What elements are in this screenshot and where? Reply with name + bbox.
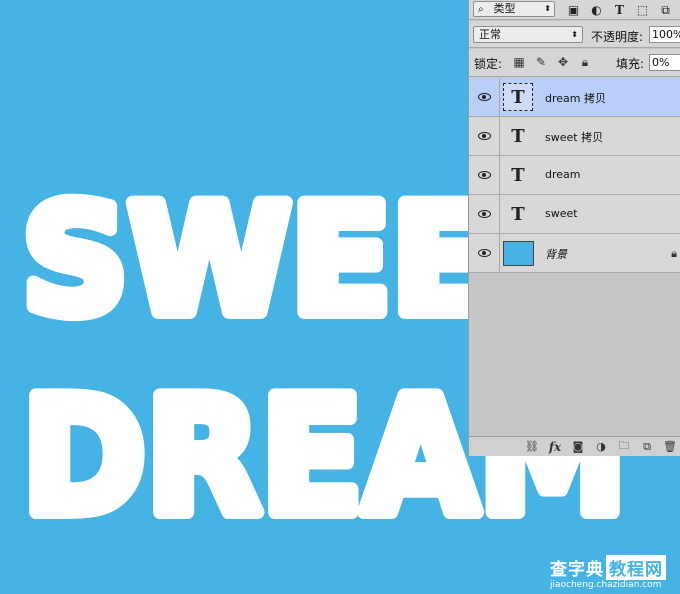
lock-image-pixels-brush-icon[interactable]: ✎ — [533, 54, 549, 70]
text-layer-thumbnail: T — [511, 203, 525, 225]
shape-filter-icon[interactable]: ⬚ — [634, 2, 651, 18]
adjustment-layer-icon[interactable]: ◑ — [594, 440, 608, 454]
fill-input[interactable]: 0% — [649, 54, 680, 71]
fill-label: 填充: — [616, 57, 645, 71]
watermark-boxed-text: 教程网 — [606, 555, 666, 580]
layers-list: T dream 拷贝 T sweet 拷贝 T dream T sweet 背景… — [469, 78, 680, 273]
canvas-text-line1: SWEE — [22, 174, 492, 348]
blend-mode-value: 正常 — [479, 28, 501, 41]
eye-icon — [477, 210, 491, 218]
text-layer-thumbnail: T — [511, 125, 525, 147]
text-layer-thumbnail: T — [503, 83, 533, 111]
lock-label: 锁定: — [474, 57, 503, 71]
layer-name: sweet 拷贝 — [545, 131, 604, 144]
watermark-url: jiaocheng.chazidian.com — [550, 580, 662, 590]
link-layers-icon[interactable]: ⛓ — [525, 440, 539, 454]
adjustment-filter-icon[interactable]: ◐ — [588, 2, 605, 18]
filter-kind-select[interactable]: ⌕ 类型 ⬍ — [473, 1, 555, 17]
visibility-toggle[interactable] — [469, 195, 500, 233]
add-mask-icon[interactable]: ◙ — [571, 440, 585, 454]
visibility-toggle[interactable] — [469, 234, 500, 272]
background-layer-thumbnail — [503, 241, 534, 266]
layer-dream[interactable]: T dream — [469, 156, 680, 195]
lock-all-icon[interactable]: 🔒︎ — [577, 54, 593, 70]
layers-panel: ⌕ 类型 ⬍ ▣ ◐ T ⬚ ⧉ 正常 ⬍ 不透明度: 100% 锁定: ▦ ✎… — [468, 0, 680, 456]
watermark: 查字典 教程网 jiaocheng.chazidian.com — [550, 555, 666, 590]
layer-name: dream — [545, 168, 581, 181]
lock-icon: 🔒︎ — [671, 247, 677, 260]
chevron-updown-icon: ⬍ — [544, 4, 551, 13]
image-filter-icon[interactable]: ▣ — [565, 2, 582, 18]
layer-filter-row: ⌕ 类型 ⬍ ▣ ◐ T ⬚ ⧉ — [469, 0, 680, 20]
opacity-input[interactable]: 100% — [649, 26, 680, 43]
visibility-toggle[interactable] — [469, 156, 500, 194]
watermark-main-text: 查字典 — [550, 560, 604, 580]
lock-transparent-pixels-icon[interactable]: ▦ — [511, 54, 527, 70]
blend-row: 正常 ⬍ 不透明度: 100% — [469, 21, 680, 48]
type-filter-icon[interactable]: T — [611, 2, 628, 18]
layer-sweet-copy[interactable]: T sweet 拷贝 — [469, 117, 680, 156]
search-icon: ⌕ — [478, 4, 484, 15]
filter-icons: ▣ ◐ T ⬚ ⧉ — [565, 1, 674, 19]
layer-name: 背景 — [545, 248, 567, 261]
layer-dream-copy[interactable]: T dream 拷贝 — [469, 78, 680, 117]
smart-object-filter-icon[interactable]: ⧉ — [657, 2, 674, 18]
chevron-updown-icon: ⬍ — [571, 30, 578, 39]
new-layer-icon[interactable]: ⧉ — [640, 440, 654, 454]
blend-mode-select[interactable]: 正常 ⬍ — [473, 26, 583, 43]
filter-kind-label: 类型 — [493, 2, 516, 15]
watermark-logo: 查字典 教程网 — [550, 555, 666, 580]
layer-sweet[interactable]: T sweet — [469, 195, 680, 234]
lock-icons: ▦ ✎ ✥ 🔒︎ — [511, 54, 593, 70]
visibility-toggle[interactable] — [469, 78, 500, 116]
lock-row: 锁定: ▦ ✎ ✥ 🔒︎ 填充: 0% — [469, 49, 680, 77]
new-group-folder-icon[interactable]: 🗀︎ — [617, 439, 631, 454]
layer-background[interactable]: 背景 🔒︎ — [469, 234, 680, 273]
layer-style-fx-icon[interactable]: fx — [548, 440, 562, 454]
delete-layer-trash-icon[interactable]: 🗑︎ — [663, 440, 677, 454]
layers-bottom-toolbar: ⛓ fx ◙ ◑ 🗀︎ ⧉ 🗑︎ — [469, 436, 680, 456]
text-layer-thumbnail: T — [511, 164, 525, 186]
visibility-toggle[interactable] — [469, 117, 500, 155]
eye-icon — [477, 93, 491, 101]
layer-name: sweet — [545, 207, 578, 220]
eye-icon — [477, 249, 491, 257]
opacity-label: 不透明度: — [591, 30, 644, 44]
layer-name: dream 拷贝 — [545, 92, 606, 105]
eye-icon — [477, 132, 491, 140]
eye-icon — [477, 171, 491, 179]
lock-position-move-icon[interactable]: ✥ — [555, 54, 571, 70]
